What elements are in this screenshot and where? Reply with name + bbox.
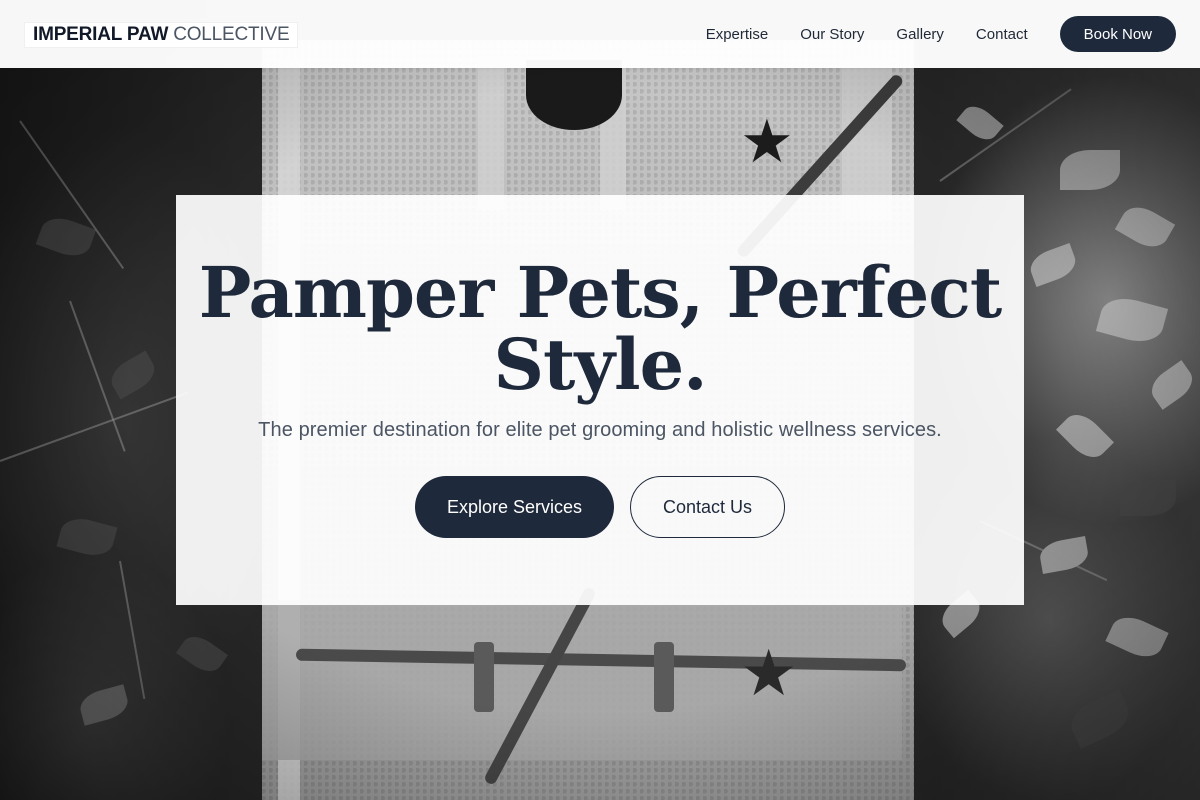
brand-logo[interactable]: IMPERIAL PAW COLLECTIVE <box>24 22 299 48</box>
logo-secondary-text: COLLECTIVE <box>173 24 290 45</box>
nav-link-expertise[interactable]: Expertise <box>706 26 769 43</box>
nav-link-contact[interactable]: Contact <box>976 26 1028 43</box>
hero-title-line-2: Style. <box>493 323 707 406</box>
hero-card: Pamper Pets, Perfect Style. The premier … <box>176 195 1024 605</box>
nav-link-gallery[interactable]: Gallery <box>896 26 944 43</box>
page: ★ ★ IMPERIAL PAW COLLECTIVE Ex <box>0 0 1200 800</box>
explore-services-button[interactable]: Explore Services <box>414 476 614 538</box>
hero-subtitle: The premier destination for elite pet gr… <box>258 419 942 441</box>
hero-title-line-1: Pamper Pets, Perfect <box>198 251 1002 334</box>
main-nav: Expertise Our Story Gallery Contact Book… <box>706 16 1176 52</box>
hero-cta-row: Explore Services Contact Us <box>176 476 1024 538</box>
hero-title: Pamper Pets, Perfect Style. <box>176 257 1024 401</box>
site-header: IMPERIAL PAW COLLECTIVE Expertise Our St… <box>0 0 1200 68</box>
contact-us-button[interactable]: Contact Us <box>630 476 786 538</box>
nav-link-our-story[interactable]: Our Story <box>800 26 864 43</box>
book-now-button[interactable]: Book Now <box>1059 16 1176 52</box>
logo-primary-text: IMPERIAL PAW <box>33 24 169 45</box>
